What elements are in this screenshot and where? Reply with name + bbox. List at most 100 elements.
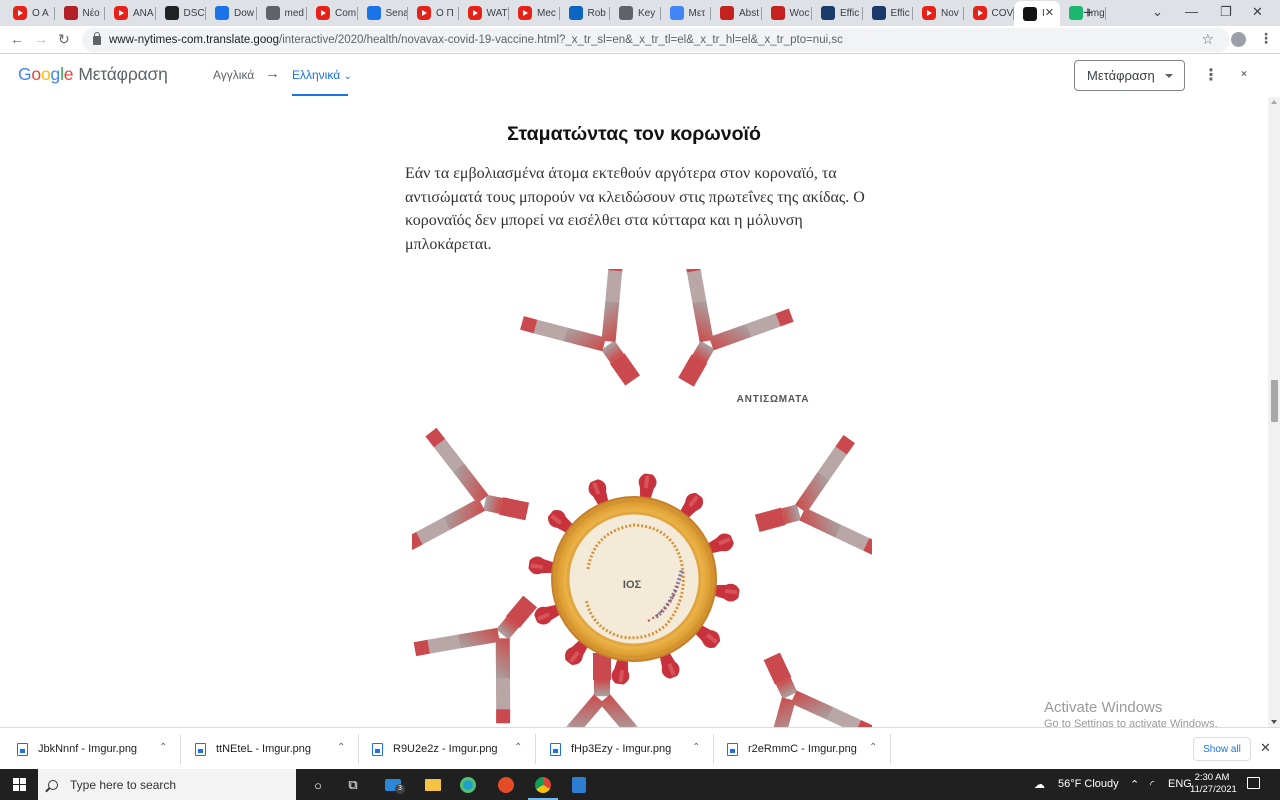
browser-tab[interactable]: ΑΝΑ [105, 2, 156, 24]
taskbar-clock[interactable]: 2:30 AM 11/27/2021 [1190, 772, 1237, 796]
scroll-up-icon[interactable] [1271, 100, 1277, 104]
edge-icon[interactable] [458, 775, 478, 795]
download-item[interactable]: JbkNnnf - Imgur.png ⌃ [17, 728, 181, 770]
lock-icon[interactable] [93, 31, 101, 45]
tab-title: Key [638, 7, 656, 19]
browser-tab[interactable]: Nov [913, 2, 964, 24]
chevron-up-icon[interactable]: ⌃ [692, 742, 700, 753]
weather-text[interactable]: 56°F Cloudy [1058, 778, 1119, 790]
chevron-down-icon: ⌄ [343, 71, 352, 82]
file-icon [17, 742, 28, 756]
download-item[interactable]: R9U2e2z - Imgur.png ⌃ [372, 728, 536, 770]
language-indicator[interactable]: ENG [1168, 778, 1192, 790]
translate-options-button[interactable]: Μετάφραση [1074, 60, 1185, 91]
virus-label: ΙΟΣ [623, 579, 642, 591]
chevron-up-icon[interactable]: ⌃ [514, 742, 522, 753]
tab-title: Dow [234, 7, 255, 19]
tray-overflow-icon[interactable]: ⌃ [1130, 778, 1139, 791]
browser-tab[interactable]: Img [1060, 2, 1106, 24]
browser-tab[interactable]: Rob [560, 2, 610, 24]
translate-icon [669, 6, 684, 20]
cortana-icon[interactable]: ○ [308, 775, 328, 795]
calculator-icon[interactable] [569, 775, 589, 795]
tab-search-icon[interactable]: ⌄ [1152, 4, 1163, 20]
tab-title: Effic [890, 7, 910, 19]
wifi-icon[interactable]: ◜ [1150, 778, 1154, 791]
windows-start-icon[interactable] [13, 778, 26, 791]
browser-tab[interactable]: Abst [711, 2, 762, 24]
browser-tab[interactable]: Μετ [661, 2, 711, 24]
bookmark-star-icon[interactable]: ☆ [1201, 31, 1214, 48]
restore-button[interactable]: ❐ [1220, 4, 1232, 20]
chevron-up-icon[interactable]: ⌃ [869, 742, 877, 753]
target-language-dropdown[interactable]: Ελληνικά ⌄ [292, 68, 352, 82]
browser-tab[interactable]: Com [307, 2, 358, 24]
profile-avatar[interactable] [1231, 32, 1246, 47]
youtube-icon [467, 6, 482, 20]
browser-tab[interactable]: DSC [156, 2, 206, 24]
taskbar-search-input[interactable]: Type here to search [38, 769, 296, 800]
tab-strip: + ⌄ — ❐ ✕ Ο Α Νέο ΑΝΑ DSC Dow med Com Sena Ο Π WA… [0, 0, 1280, 26]
minimize-button[interactable]: — [1185, 4, 1198, 19]
close-tab-icon[interactable]: ✕ [1045, 6, 1054, 19]
antibody-left [412, 425, 541, 574]
browser-tab[interactable]: COV [964, 2, 1014, 24]
antibodies-label: ΑΝΤΙΣΩΜΑΤΑ [737, 394, 810, 405]
globe-icon [265, 6, 280, 20]
task-view-icon[interactable]: ⧉ [343, 775, 363, 795]
browser-tab[interactable]: Key [610, 2, 661, 24]
browser-tab[interactable]: med [257, 2, 307, 24]
antibody-top-right [631, 269, 799, 414]
address-bar[interactable]: www-nytimes-com.translate.goog/interacti… [82, 28, 1230, 52]
download-item[interactable]: r2eRmmC - Imgur.png ⌃ [727, 728, 891, 770]
search-icon [48, 779, 58, 790]
browser-tab[interactable]: Dow [206, 2, 257, 24]
tab-title: Com [335, 7, 357, 19]
media-app-icon[interactable] [496, 775, 516, 795]
google-translate-logo[interactable]: Google Μετάφραση [18, 64, 168, 85]
close-window-button[interactable]: ✕ [1252, 4, 1263, 20]
browser-tab[interactable]: Ι ✕ [1014, 1, 1060, 26]
file-icon [195, 742, 206, 756]
youtube-icon [417, 6, 431, 20]
s-logo-icon [164, 6, 179, 20]
tab-title: Ο Π [436, 7, 454, 19]
chevron-up-icon[interactable]: ⌃ [337, 742, 345, 753]
browser-tab[interactable]: Effic [812, 2, 863, 24]
mail-icon[interactable]: 3 [383, 775, 405, 795]
browser-tab[interactable]: Sena [358, 2, 408, 24]
folder-icon[interactable] [423, 775, 443, 795]
close-downloads-icon[interactable]: ✕ [1260, 740, 1271, 756]
downloads-shelf: JbkNnnf - Imgur.png ⌃ ttNEteL - Imgur.pn… [0, 727, 1280, 769]
browser-tab[interactable]: Mec [509, 2, 560, 24]
browser-tab[interactable]: Νέο [55, 2, 105, 24]
show-all-downloads-button[interactable]: Show all [1193, 737, 1251, 761]
browser-tab[interactable]: Woc [762, 2, 812, 24]
browser-tab[interactable]: Effic [863, 2, 913, 24]
cloud-icon[interactable]: ☁ [1034, 778, 1045, 791]
vertical-scrollbar[interactable] [1268, 97, 1280, 727]
download-item[interactable]: ttNEteL - Imgur.png ⌃ [195, 728, 359, 770]
collapse-icon[interactable]: ⌄ ⌃ [1239, 64, 1249, 84]
url-host: www-nytimes-com.translate.goog [109, 34, 280, 46]
mr-logo-icon [871, 6, 886, 20]
scroll-down-icon[interactable] [1271, 720, 1277, 724]
reload-button[interactable]: ↻ [58, 31, 70, 48]
chevron-up-icon[interactable]: ⌃ [159, 742, 167, 753]
chrome-icon[interactable] [533, 775, 553, 795]
more-options-icon[interactable]: ⋮ [1203, 65, 1219, 85]
browser-tab[interactable]: Ο Α [4, 2, 55, 24]
antibody-bottom-center [539, 653, 665, 727]
linkedin-icon [568, 6, 583, 20]
browser-tab[interactable]: WAT [459, 2, 509, 24]
back-button[interactable]: ← [10, 31, 24, 47]
red-logo-icon [63, 6, 78, 20]
play-icon [366, 6, 381, 20]
download-item[interactable]: fHp3Ezy - Imgur.png ⌃ [550, 728, 714, 770]
browser-menu-icon[interactable]: ⋮ [1259, 30, 1273, 47]
source-language[interactable]: Αγγλικά [213, 68, 254, 82]
forward-button[interactable]: → [34, 31, 48, 47]
notification-icon[interactable] [1247, 777, 1260, 789]
browser-tab[interactable]: Ο Π [408, 2, 459, 24]
scrollbar-thumb[interactable] [1271, 380, 1278, 422]
